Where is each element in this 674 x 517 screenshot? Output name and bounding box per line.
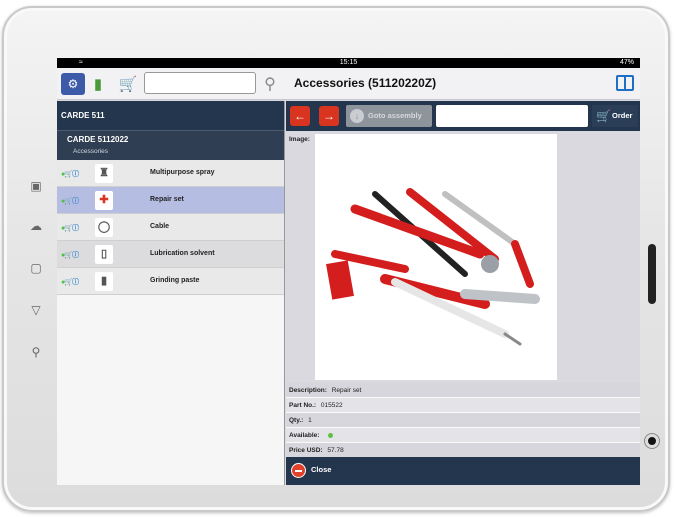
availability-indicator-icon <box>328 432 334 438</box>
list-item[interactable]: ●🛒ⓘ ♜ Multipurpose spray <box>57 160 284 187</box>
close-icon[interactable] <box>291 463 306 478</box>
list-item[interactable]: ●🛒ⓘ ✚ Repair set <box>57 187 284 214</box>
right-panel: ← → ↓ Goto assembly 🛒 Order Image: Descr… <box>286 101 640 485</box>
image-area: Image: <box>286 131 640 383</box>
assembly-header[interactable]: CARDE 5112022 Accessories <box>57 130 284 160</box>
side-slot <box>648 244 656 304</box>
description-value: Repair set <box>331 387 362 394</box>
close-bar: Close <box>286 457 640 485</box>
camera-icon[interactable]: ▣ <box>28 178 44 194</box>
spray-thumbnail: ♜ <box>95 164 113 183</box>
row-status-icons: ●🛒ⓘ <box>61 279 79 286</box>
product-image[interactable] <box>315 134 557 380</box>
repair-set-thumbnail: ✚ <box>95 191 113 210</box>
list-item-label: Cable <box>150 223 170 230</box>
toolbar: ⚙ ▮ 🛒 ⚲ Accessories (51120220Z) <box>57 68 640 100</box>
part-number-value: 015522 <box>320 402 343 409</box>
status-bar: ≈ 15:15 47% <box>57 58 640 68</box>
solvent-thumbnail: ▯ <box>95 245 113 264</box>
list-item[interactable]: ●🛒ⓘ ▮ Grinding paste <box>57 268 284 295</box>
search-input[interactable] <box>144 72 256 94</box>
cart-icon: 🛒 <box>596 109 611 123</box>
page-title: Accessories (51120220Z) <box>294 76 437 90</box>
parts-list: ●🛒ⓘ ♜ Multipurpose spray ●🛒ⓘ ✚ Repair se… <box>57 160 284 295</box>
repair-set-illustration <box>326 188 540 346</box>
availability-row: Available: <box>286 428 640 443</box>
list-item[interactable]: ●🛒ⓘ ▯ Lubrication solvent <box>57 241 284 268</box>
close-button[interactable]: Close <box>311 465 331 474</box>
list-item[interactable]: ●🛒ⓘ ◯ Cable <box>57 214 284 241</box>
list-item-label: Multipurpose spray <box>150 169 215 176</box>
catalog-header: CARDE 511 <box>57 101 284 130</box>
row-status-icons: ●🛒ⓘ <box>61 171 79 178</box>
home-button[interactable] <box>645 434 659 448</box>
cloud-icon[interactable]: ☁ <box>28 218 44 234</box>
goto-assembly-label: Goto assembly <box>368 111 422 120</box>
shield-icon[interactable]: ▽ <box>28 302 44 318</box>
battery-level: 47% <box>619 59 634 66</box>
cable-thumbnail: ◯ <box>95 218 113 237</box>
row-status-icons: ●🛒ⓘ <box>61 252 79 259</box>
price-row: Price USD: 57.78 <box>286 443 640 458</box>
paste-thumbnail: ▮ <box>95 272 113 291</box>
assembly-title: CARDE 5112022 <box>67 135 129 144</box>
list-item-label: Lubrication solvent <box>150 250 215 257</box>
order-button[interactable]: 🛒 Order <box>592 105 638 127</box>
detail-field[interactable] <box>436 105 588 127</box>
list-item-label: Repair set <box>150 196 184 203</box>
row-status-icons: ●🛒ⓘ <box>61 225 79 232</box>
search-icon[interactable]: ⚲ <box>28 344 44 360</box>
image-label: Image: <box>289 136 310 143</box>
order-label: Order <box>612 111 633 120</box>
assembly-subtitle: Accessories <box>73 148 109 155</box>
list-item-label: Grinding paste <box>150 277 200 284</box>
goto-assembly-button[interactable]: ↓ Goto assembly <box>346 105 432 127</box>
price-label: Price USD: <box>289 447 323 454</box>
quantity-row: Qty.: 1 <box>286 413 640 428</box>
split-view-icon[interactable] <box>616 75 634 91</box>
cart-icon[interactable]: 🛒 <box>117 73 139 95</box>
price-value: 57.78 <box>327 447 344 454</box>
book-icon[interactable]: ▮ <box>91 73 105 95</box>
quantity-label: Qty.: <box>289 417 304 424</box>
forward-arrow-icon[interactable]: → <box>319 106 339 126</box>
app-screen: ≈ 15:15 47% ⚙ ▮ 🛒 ⚲ Accessories (5112022… <box>57 58 640 485</box>
detail-toolbar: ← → ↓ Goto assembly 🛒 Order <box>286 101 640 131</box>
status-time: 15:15 <box>339 59 358 66</box>
quantity-value: 1 <box>308 417 312 424</box>
availability-label: Available: <box>289 432 320 439</box>
description-row: Description: Repair set <box>286 383 640 398</box>
parts-catalog-icon[interactable]: ⚙ <box>61 73 85 95</box>
description-label: Description: <box>289 387 327 394</box>
part-number-label: Part No.: <box>289 402 317 409</box>
row-status-icons: ●🛒ⓘ <box>61 198 79 205</box>
back-arrow-icon[interactable]: ← <box>290 106 310 126</box>
part-number-row: Part No.: 015522 <box>286 398 640 413</box>
left-panel: CARDE 511 CARDE 5112022 Accessories ●🛒ⓘ … <box>57 101 285 485</box>
square-icon[interactable]: ▢ <box>28 260 44 276</box>
magnifier-icon[interactable]: ⚲ <box>260 73 280 95</box>
arrow-down-icon: ↓ <box>350 109 364 123</box>
